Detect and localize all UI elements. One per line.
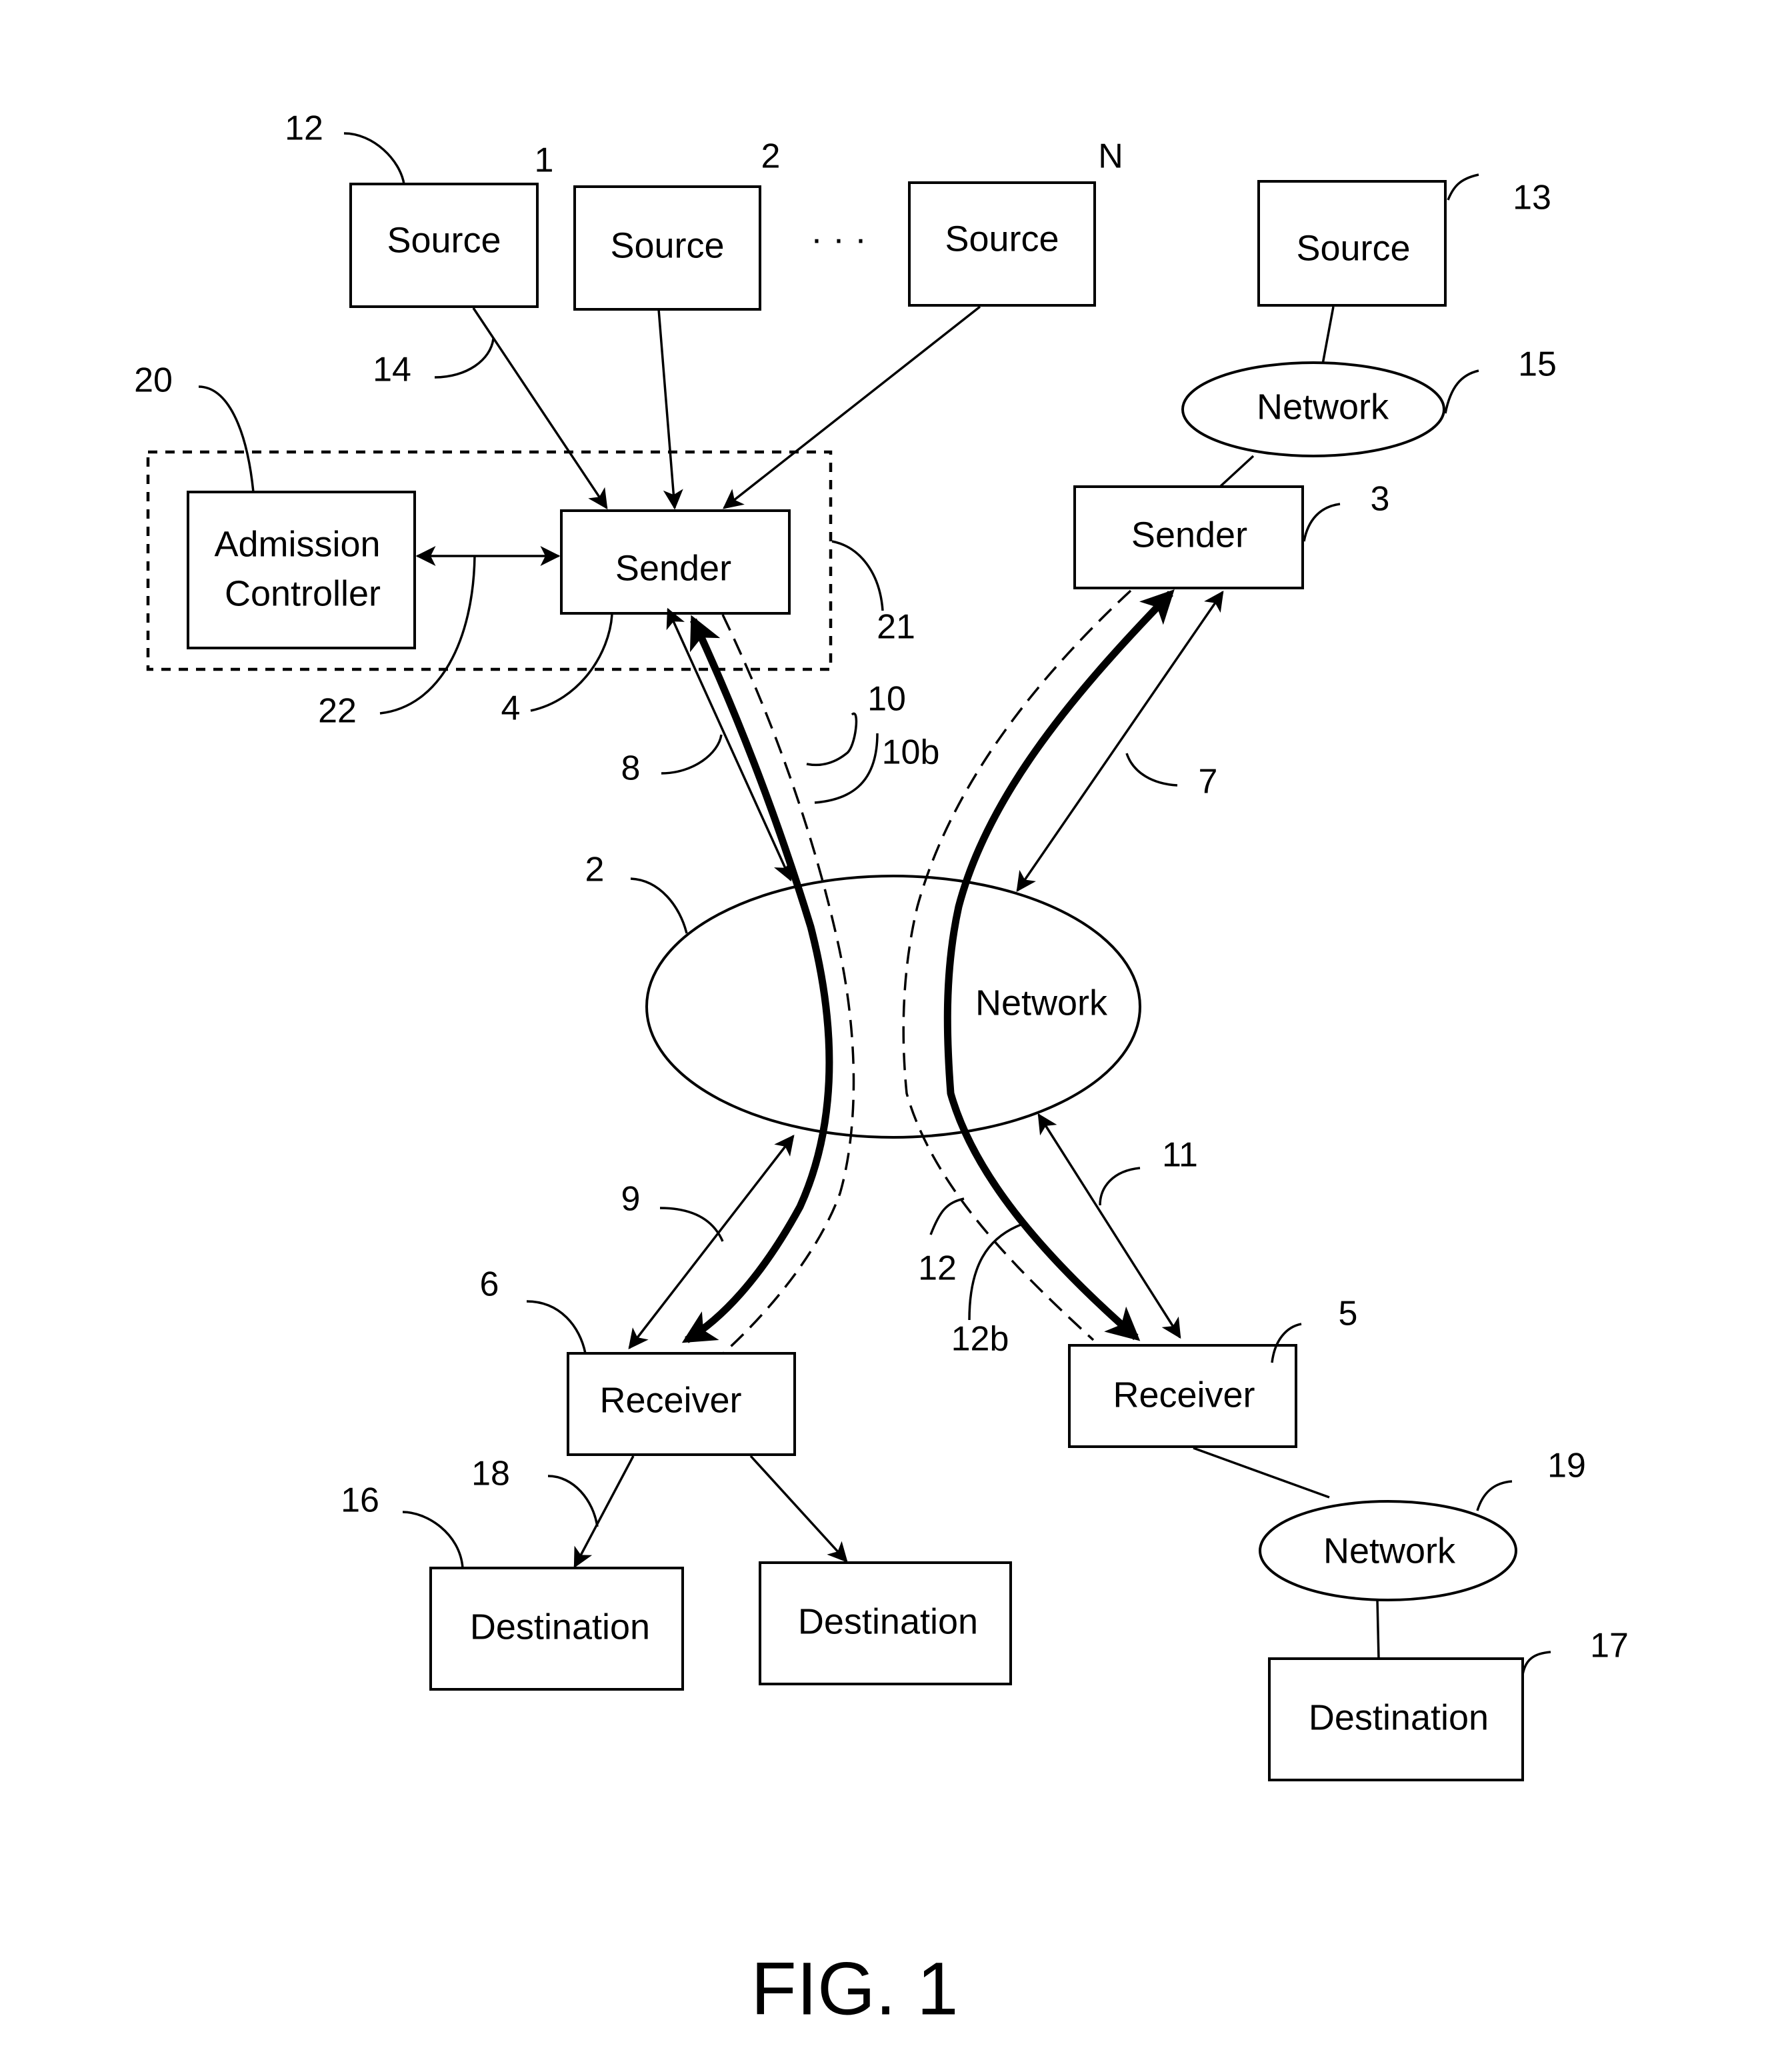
link-11-arrow xyxy=(1037,1113,1181,1339)
network-2-label: Network xyxy=(975,983,1108,1023)
link-8-arrow xyxy=(666,607,793,882)
ref-18: 18 xyxy=(471,1455,510,1493)
ref-12-source: 12 xyxy=(285,109,323,148)
source-2-index: 2 xyxy=(761,137,781,176)
ref-12b: 12b xyxy=(951,1320,1009,1359)
ref-7: 7 xyxy=(1199,763,1218,801)
link-7-arrow xyxy=(1016,590,1224,893)
sender-3: Sender xyxy=(1073,485,1304,589)
ref-19: 19 xyxy=(1547,1447,1586,1485)
source-n-to-sender-arrow xyxy=(723,305,981,509)
source-2-label: Source xyxy=(610,225,724,265)
source-13-label: Source xyxy=(1296,228,1410,268)
destination-b: Destination xyxy=(759,1561,1012,1685)
ref-4: 4 xyxy=(501,689,521,728)
source-1: Source 1 xyxy=(349,141,554,308)
source-n-index: N xyxy=(1098,137,1123,176)
admission-controller-line1: Admission xyxy=(214,524,380,564)
figure-caption: FIG. 1 xyxy=(751,1947,958,2031)
source-1-index: 1 xyxy=(535,141,554,180)
link-9-arrow xyxy=(628,1135,795,1349)
patent-figure-diagram: Source 1 Source 2 · · · Source N Source … xyxy=(134,109,1629,2031)
network-19: Network xyxy=(1259,1500,1517,1601)
receiver-5-label: Receiver xyxy=(1113,1375,1255,1415)
source-n-label: Source xyxy=(945,219,1059,259)
ref-6: 6 xyxy=(480,1265,499,1304)
ref-12-flow: 12 xyxy=(918,1249,957,1288)
admission-controller-line2: Controller xyxy=(225,573,381,613)
network-19-label: Network xyxy=(1323,1531,1456,1571)
receiver-6: Receiver xyxy=(567,1352,796,1456)
source-ellipsis: · · · xyxy=(811,219,867,259)
admission-controller: Admission Controller xyxy=(187,491,416,649)
ref-10b: 10b xyxy=(882,733,940,772)
ref-10: 10 xyxy=(867,680,906,719)
sender-3-label: Sender xyxy=(1131,515,1247,555)
network-15-label: Network xyxy=(1257,387,1389,427)
network-2: Network xyxy=(645,875,1141,1139)
ref-14: 14 xyxy=(373,351,411,389)
source-n: Source N xyxy=(908,137,1123,307)
network-15: Network xyxy=(1181,361,1445,457)
receiver-to-destination-b-arrow xyxy=(749,1455,848,1563)
destination-17-label: Destination xyxy=(1309,1697,1489,1737)
ref-13: 13 xyxy=(1513,179,1551,217)
source-1-to-sender-arrow xyxy=(472,307,608,510)
source-13: Source xyxy=(1257,180,1447,307)
ref-17: 17 xyxy=(1590,1627,1629,1665)
ref-22: 22 xyxy=(318,692,357,731)
receiver-5: Receiver xyxy=(1068,1344,1297,1448)
ref-2: 2 xyxy=(585,851,605,889)
destination-17: Destination xyxy=(1268,1657,1524,1781)
receiver-to-destination-16-arrow xyxy=(573,1455,635,1569)
ref-9: 9 xyxy=(621,1180,641,1219)
destination-16: Destination xyxy=(429,1567,684,1691)
source-1-label: Source xyxy=(387,220,501,260)
receiver-6-label: Receiver xyxy=(599,1380,741,1420)
ref-8: 8 xyxy=(621,749,641,788)
ref-16: 16 xyxy=(341,1481,379,1520)
destination-b-label: Destination xyxy=(798,1601,978,1641)
ref-20: 20 xyxy=(134,361,173,400)
sender-4-label: Sender xyxy=(615,548,731,588)
ref-21: 21 xyxy=(877,608,915,647)
destination-16-label: Destination xyxy=(470,1607,650,1647)
sender-4: Sender xyxy=(560,509,791,615)
ref-11: 11 xyxy=(1162,1136,1198,1175)
ref-3: 3 xyxy=(1371,480,1390,519)
ref-15: 15 xyxy=(1518,345,1557,384)
source-2-to-sender-arrow xyxy=(657,309,683,510)
ref-5: 5 xyxy=(1339,1295,1358,1333)
source-2: Source 2 xyxy=(573,137,781,311)
